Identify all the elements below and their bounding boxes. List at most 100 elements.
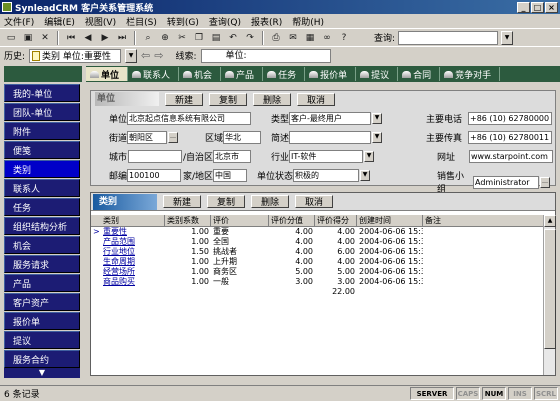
website-field[interactable]: www.starpoint.com <box>469 150 553 163</box>
street-field[interactable]: 朝阳区 <box>127 131 168 144</box>
region-field[interactable]: 华北 <box>223 131 262 144</box>
copy-icon[interactable]: ❐ <box>192 31 206 45</box>
binoculars-icon[interactable]: ∞ <box>320 31 334 45</box>
street-picker-icon[interactable]: … <box>168 132 179 143</box>
tab-contact[interactable]: 联系人 <box>128 67 180 81</box>
sidebar-item-customer-assets[interactable]: 客户资产 <box>4 293 80 311</box>
category-cancel-button[interactable]: 取消 <box>295 195 333 208</box>
cell-category[interactable]: 产品范围 <box>91 237 165 247</box>
prev-record-icon[interactable]: ◀ <box>81 31 95 45</box>
postcode-field[interactable]: 100100 <box>127 169 182 182</box>
sales-team-picker-icon[interactable]: … <box>540 176 550 188</box>
summary-field[interactable] <box>289 131 372 144</box>
next-record-icon[interactable]: ▶ <box>98 31 112 45</box>
tab-unit[interactable]: 单位 <box>86 67 129 81</box>
sidebar-item-org-analysis[interactable]: 组织结构分析 <box>4 217 80 235</box>
menu-goto[interactable]: 转到(G) <box>167 15 199 28</box>
sidebar-item-notes[interactable]: 便笺 <box>4 141 80 159</box>
maximize-button[interactable]: □ <box>531 1 544 13</box>
tab-quote[interactable]: 报价单 <box>305 67 357 81</box>
unit-cancel-button[interactable]: 取消 <box>297 92 335 106</box>
cell-category[interactable]: 商品购买 <box>91 277 165 287</box>
industry-dropdown-icon[interactable]: ▼ <box>364 151 375 162</box>
menu-file[interactable]: 文件(F) <box>4 15 34 28</box>
sidebar-item-products[interactable]: 产品 <box>4 274 80 292</box>
last-record-icon[interactable]: ⏭ <box>115 31 129 45</box>
query-input[interactable] <box>398 30 499 45</box>
find-icon[interactable]: ⌕ <box>141 31 155 45</box>
category-delete-button[interactable]: 删除 <box>251 195 289 208</box>
table-row[interactable]: 产品范围 1.00 全国 4.00 4.00 2004-06-06 15:37 <box>91 237 547 247</box>
delete-icon[interactable]: ✕ <box>38 31 52 45</box>
col-rating[interactable]: 评价 <box>211 215 269 227</box>
back-arrow-icon[interactable]: ⇦ <box>141 49 150 62</box>
sidebar-item-category[interactable]: 类别 <box>4 160 80 178</box>
unit-delete-button[interactable]: 删除 <box>253 92 291 106</box>
vertical-scrollbar[interactable]: ▲ <box>543 215 556 375</box>
col-coef[interactable]: 类别系数 <box>165 215 211 227</box>
col-category[interactable]: 类别 <box>91 215 165 227</box>
col-value[interactable]: 评价分值 <box>269 215 315 227</box>
table-row[interactable]: 商品购买 1.00 一般 3.00 3.00 2004-06-06 15:36 <box>91 277 547 287</box>
sidebar-item-my-units[interactable]: 我的-单位 <box>4 84 80 102</box>
paste-icon[interactable]: ▤ <box>209 31 223 45</box>
sales-team-field[interactable]: Administrator <box>473 175 539 189</box>
col-score[interactable]: 评价得分 <box>315 215 357 227</box>
country-field[interactable]: 中国 <box>213 169 248 182</box>
sidebar-item-service-contracts[interactable]: 服务合约 <box>4 350 80 368</box>
type-dropdown-icon[interactable]: ▼ <box>372 113 383 124</box>
mail-icon[interactable]: ✉ <box>286 31 300 45</box>
tab-contract[interactable]: 合同 <box>398 67 441 81</box>
menu-edit[interactable]: 编辑(E) <box>44 15 75 28</box>
history-combo[interactable]: 类别 单位:重要性 <box>29 48 122 63</box>
new-icon[interactable]: ▭ <box>4 31 18 45</box>
first-record-icon[interactable]: ⏮ <box>64 31 78 45</box>
redo-icon[interactable]: ↷ <box>243 31 257 45</box>
status-dropdown-icon[interactable]: ▼ <box>360 170 371 181</box>
menu-section[interactable]: 栏目(S) <box>126 15 157 28</box>
tab-task[interactable]: 任务 <box>263 67 306 81</box>
sidebar-item-service-requests[interactable]: 服务请求 <box>4 255 80 273</box>
unit-name-field[interactable]: 北京起点信息系统有限公司 <box>127 112 252 125</box>
cell-category[interactable]: 生命周期 <box>91 257 165 267</box>
category-copy-button[interactable]: 复制 <box>207 195 245 208</box>
province-field[interactable]: 北京市 <box>213 150 252 163</box>
history-dropdown-icon[interactable]: ▼ <box>125 48 138 63</box>
table-row[interactable]: 生命周期 1.00 上升期 4.00 4.00 2004-06-06 15:36 <box>91 257 547 267</box>
tab-proposal[interactable]: 提议 <box>356 67 399 81</box>
forward-arrow-icon[interactable]: ⇨ <box>154 49 163 62</box>
summary-dropdown-icon[interactable]: ▼ <box>372 132 383 143</box>
type-field[interactable]: 客户-最终用户 <box>289 112 372 125</box>
category-new-button[interactable]: 新建 <box>163 195 201 208</box>
tab-competitor[interactable]: 竞争对手 <box>440 67 501 81</box>
cut-icon[interactable]: ✂ <box>175 31 189 45</box>
industry-field[interactable]: IT-软件 <box>289 150 364 163</box>
status-field[interactable]: 积极的 <box>293 169 360 182</box>
sidebar-item-quotes[interactable]: 报价单 <box>4 312 80 330</box>
save-icon[interactable]: ▣ <box>21 31 35 45</box>
scroll-up-icon[interactable]: ▲ <box>544 215 556 227</box>
zoom-icon[interactable]: ⊕ <box>158 31 172 45</box>
undo-icon[interactable]: ↶ <box>226 31 240 45</box>
table-row[interactable]: 行业地位 1.50 挑战者 4.00 6.00 2004-06-06 15:36 <box>91 247 547 257</box>
help-icon[interactable]: ? <box>337 31 351 45</box>
unit-new-button[interactable]: 新建 <box>165 92 203 106</box>
sidebar-item-contacts[interactable]: 联系人 <box>4 179 80 197</box>
calendar-icon[interactable]: ▦ <box>303 31 317 45</box>
close-button[interactable]: × <box>545 1 558 13</box>
tab-opportunity[interactable]: 机会 <box>179 67 222 81</box>
menu-report[interactable]: 报表(R) <box>251 15 282 28</box>
table-row[interactable]: 重要性 1.00 重要 4.00 4.00 2004-06-06 15:37 > <box>91 227 547 237</box>
scroll-thumb[interactable] <box>544 229 556 349</box>
city-field[interactable] <box>128 150 182 163</box>
sidebar-item-tasks[interactable]: 任务 <box>4 198 80 216</box>
clue-field[interactable]: 单位: <box>200 48 331 63</box>
table-row[interactable]: 经营场所 1.00 商务区 5.00 5.00 2004-06-06 15:36 <box>91 267 547 277</box>
sidebar-scroll-down-icon[interactable]: ▼ <box>4 368 80 378</box>
minimize-button[interactable]: _ <box>517 1 530 13</box>
chevron-down-icon[interactable]: ▼ <box>501 30 514 45</box>
cell-category[interactable]: 行业地位 <box>91 247 165 257</box>
print-icon[interactable]: ⎙ <box>269 31 283 45</box>
sidebar-item-opportunities[interactable]: 机会 <box>4 236 80 254</box>
cell-category[interactable]: 重要性 <box>91 227 165 237</box>
